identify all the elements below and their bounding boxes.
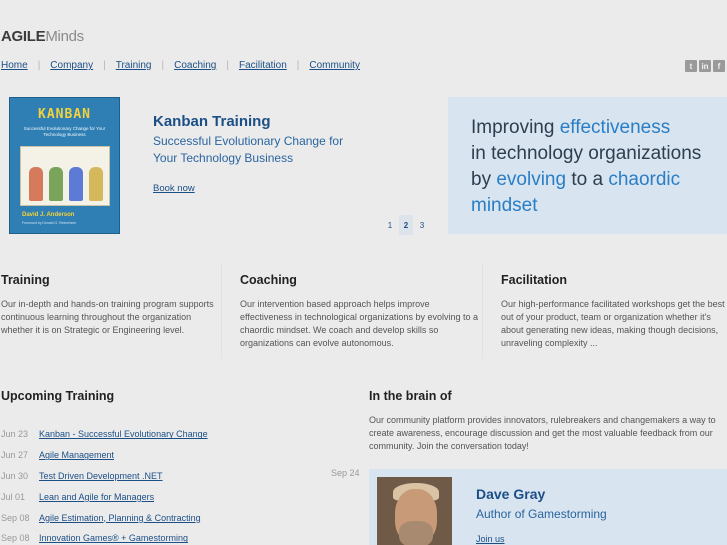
nav-facilitation[interactable]: Facilitation	[239, 60, 287, 71]
speaker-name: Dave Gray	[476, 486, 546, 502]
training-column: Training Our in-depth and hands-on train…	[1, 262, 221, 358]
illustration-figure	[29, 167, 43, 201]
nav-company[interactable]: Company	[50, 60, 93, 71]
upcoming-training-list: Jun 23 Kanban - Successful Evolutionary …	[1, 424, 208, 545]
event-link[interactable]: Lean and Agile for Managers	[39, 492, 154, 502]
illustration-figure	[69, 167, 83, 201]
nav-separator: |	[226, 60, 229, 71]
brain-date: Sep 24	[331, 468, 360, 478]
tagline-text: by	[471, 169, 497, 190]
book-author: David J. Anderson	[22, 212, 75, 218]
list-item: Sep 08 Innovation Games® + Gamestorming	[1, 528, 208, 545]
list-item: Jun 27 Agile Management	[1, 445, 208, 466]
illustration-figure	[49, 167, 63, 201]
nav-community[interactable]: Community	[309, 60, 360, 71]
book-title: KANBAN	[38, 107, 91, 122]
logo-minds: Minds	[45, 28, 84, 45]
speaker-photo	[377, 477, 452, 545]
tagline-panel: Improving effectiveness in technology or…	[448, 97, 727, 234]
social-links: t in f	[685, 60, 725, 72]
brain-text: Our community platform provides innovato…	[369, 415, 716, 451]
linkedin-icon[interactable]: in	[699, 60, 711, 72]
event-date: Jun 30	[1, 470, 29, 481]
event-date: Jun 27	[1, 450, 29, 461]
join-us-link[interactable]: Join us	[476, 534, 505, 544]
tagline-highlight: evolving	[496, 169, 567, 190]
nav-separator: |	[103, 60, 106, 71]
brain-title: In the brain of	[369, 389, 452, 403]
event-date: Jul 01	[1, 491, 26, 502]
book-subtitle: Successful Evolutionary Change for Your …	[23, 126, 106, 137]
tagline-text: Improving	[471, 117, 560, 138]
speaker-role: Author of Gamestorming	[476, 507, 607, 521]
event-link[interactable]: Agile Estimation, Planning & Contracting	[39, 513, 201, 523]
nav-separator: |	[161, 60, 165, 71]
kanban-book-cover[interactable]: KANBAN Successful Evolutionary Change fo…	[9, 97, 120, 234]
pager-page-2[interactable]: 2	[399, 215, 413, 235]
coaching-text: Our intervention based approach helps im…	[240, 299, 478, 348]
list-item: Jun 30 Test Driven Development .NET	[1, 466, 208, 487]
tagline-highlight: mindset	[471, 195, 538, 216]
training-heading[interactable]: Training	[1, 273, 221, 287]
nav-separator: |	[296, 60, 300, 71]
logo-agile: AGILE	[1, 28, 46, 45]
main-nav: Home | Company | Training | Coaching | F…	[1, 60, 360, 71]
logo[interactable]: AGILEMinds	[1, 28, 84, 45]
nav-home[interactable]: Home	[1, 60, 28, 71]
event-date: Jun 23	[1, 429, 29, 440]
list-item: Sep 08 Agile Estimation, Planning & Cont…	[1, 507, 208, 528]
photo-beard	[399, 521, 433, 545]
list-item: Jun 23 Kanban - Successful Evolutionary …	[1, 424, 208, 445]
event-link[interactable]: Agile Management	[39, 450, 114, 460]
nav-separator: |	[37, 60, 41, 71]
upcoming-training-title: Upcoming Training	[1, 389, 115, 403]
book-publisher: Foreword by Donald G. Reinertsen	[22, 221, 77, 225]
tagline-text: in technology organizations	[471, 143, 702, 164]
event-date: Sep 08	[1, 533, 30, 544]
slider-pager: 1 2 3	[383, 215, 429, 235]
facilitation-column: Facilitation Our high-performance facili…	[482, 262, 727, 358]
illustration-figure	[89, 167, 103, 201]
book-cover-illustration	[20, 146, 110, 206]
coaching-heading[interactable]: Coaching	[240, 273, 482, 287]
nav-training[interactable]: Training	[116, 60, 152, 71]
pager-page-1[interactable]: 1	[383, 215, 397, 235]
hero-title: Kanban Training	[153, 113, 271, 130]
twitter-icon[interactable]: t	[685, 60, 697, 72]
facilitation-heading[interactable]: Facilitation	[501, 273, 727, 287]
book-now-link[interactable]: Book now	[153, 183, 195, 194]
speaker-card: Dave Gray Author of Gamestorming Join us	[369, 469, 727, 545]
event-link[interactable]: Innovation Games® + Gamestorming	[39, 533, 188, 543]
tagline-highlight: effectiveness	[559, 117, 671, 138]
event-link[interactable]: Test Driven Development .NET	[39, 471, 163, 481]
tagline-text: to a	[566, 169, 609, 190]
hero-subtitle: Successful Evolutionary Change for Your …	[153, 134, 344, 165]
training-text: Our in-depth and hands-on training progr…	[1, 299, 214, 335]
list-item: Jul 01 Lean and Agile for Managers	[1, 486, 208, 507]
nav-coaching[interactable]: Coaching	[174, 60, 216, 71]
tagline-highlight: chaordic	[608, 169, 681, 190]
event-link[interactable]: Kanban - Successful Evolutionary Change	[39, 429, 208, 439]
facebook-icon[interactable]: f	[713, 60, 725, 72]
event-date: Sep 08	[1, 512, 30, 523]
pager-page-3[interactable]: 3	[415, 215, 429, 235]
facilitation-text: Our high-performance facilitated worksho…	[501, 299, 725, 348]
coaching-column: Coaching Our intervention based approach…	[221, 262, 482, 358]
